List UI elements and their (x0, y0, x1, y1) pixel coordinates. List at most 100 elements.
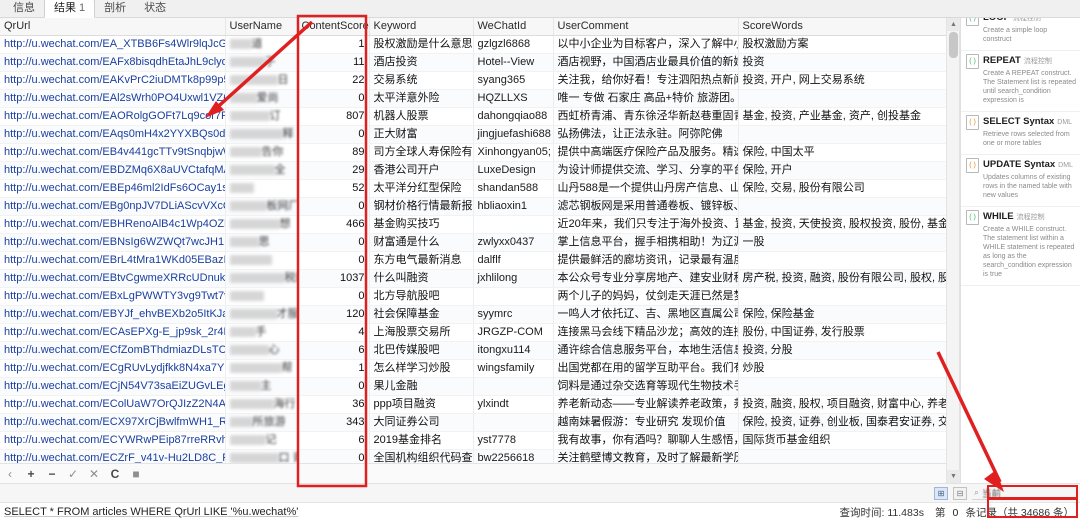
cell-qrurl[interactable]: http://u.wechat.com/ECjN54V73saEiZUGvLEg… (0, 377, 226, 396)
cell-wechatid[interactable]: dahongqiao88 (473, 107, 554, 126)
cell-username[interactable]: 子 (225, 53, 298, 72)
table-row[interactable]: http://u.wechat.com/ECfZomBThdmiazDLsTCO… (0, 341, 949, 360)
table-row[interactable]: http://u.wechat.com/EColUaW7OrQJIzZ2N4A_… (0, 395, 949, 414)
cell-scorewords[interactable]: 保险, 交易, 股份有限公司 (738, 179, 949, 198)
cell-keyword[interactable]: 交易系统 (369, 71, 474, 90)
cell-scorewords[interactable]: 保险, 保险基金 (738, 305, 949, 324)
cell-wechatid[interactable]: ylxindt (473, 395, 554, 414)
previous-record-icon[interactable]: ‹ (4, 468, 16, 480)
cell-qrurl[interactable]: http://u.wechat.com/EBxLgPWWTY3vg9Twt7vU… (0, 287, 226, 306)
cell-qrurl[interactable]: http://u.wechat.com/EColUaW7OrQJIzZ2N4A_… (0, 395, 226, 414)
table-row[interactable]: http://u.wechat.com/EA_XTBB6Fs4Wlr9lqJcG… (0, 35, 949, 54)
cell-qrurl[interactable]: http://u.wechat.com/ECfZomBThdmiazDLsTCO… (0, 341, 226, 360)
cell-usercomment[interactable]: 饲料是通过杂交选育等现代生物技术手段培育出 (553, 377, 739, 396)
tab-result[interactable]: 结果 1 (44, 0, 96, 18)
cell-wechatid[interactable]: jxhlilong (473, 269, 554, 288)
cell-usercomment[interactable]: 酒店视野，中国酒店业最具价值的新媒体。专注于 (553, 53, 739, 72)
cell-qrurl[interactable]: http://u.wechat.com/ECX97XrCjBwlfmWH1_Rc… (0, 413, 226, 432)
cell-wechatid[interactable] (473, 215, 554, 234)
cell-contentscore[interactable]: 466 (297, 215, 370, 234)
cell-username[interactable] (225, 287, 298, 306)
vertical-scrollbar[interactable]: ▲ ▼ (946, 18, 960, 483)
cell-qrurl[interactable]: http://u.wechat.com/EBg0npJV7DLiAScvVXcQ… (0, 197, 226, 216)
cell-contentscore[interactable]: 29 (297, 161, 370, 180)
cell-username[interactable]: 所旅游 (225, 413, 298, 432)
cell-usercomment[interactable]: 关注鹤壁博文教育，及时了解最新学历教育和职业 (553, 449, 739, 463)
cell-username[interactable]: 才服务 (225, 305, 298, 324)
page-number[interactable]: 0 (949, 507, 961, 519)
cell-wechatid[interactable]: JRGZP-COM (473, 323, 554, 342)
tab-status[interactable]: 状态 (135, 0, 175, 17)
help-item-update-syntax[interactable]: ( ) UPDATE Syntax DML Updates columns of … (961, 155, 1080, 207)
cell-contentscore[interactable]: 120 (297, 305, 370, 324)
cell-wechatid[interactable]: HQZLLXS (473, 89, 554, 108)
cell-username[interactable]: 帮 (225, 359, 298, 378)
cell-keyword[interactable]: 社会保障基金 (369, 305, 474, 324)
cell-qrurl[interactable]: http://u.wechat.com/EBNsIg6WZWQt7wcJH1DV… (0, 233, 226, 252)
cell-scorewords[interactable]: 保险, 中国太平 (738, 143, 949, 162)
cell-username[interactable] (225, 179, 298, 198)
cell-username[interactable]: 爱尚 (225, 89, 298, 108)
table-row[interactable]: http://u.wechat.com/EBHRenoAlB4c1Wp4OZh7… (0, 215, 949, 234)
cell-qrurl[interactable]: http://u.wechat.com/EBHRenoAlB4c1Wp4OZh7… (0, 215, 226, 234)
cell-scorewords[interactable] (738, 89, 949, 108)
cell-usercomment[interactable]: 连接黑马会线下精品沙龙；高效的连接投资机构、 (553, 323, 739, 342)
table-row[interactable]: http://u.wechat.com/EAFx8bisqdhEtaJhL9cl… (0, 53, 949, 72)
cell-usercomment[interactable]: 提供最鲜活的廊坊资讯，记录最有温度的廊坊生活。 (553, 251, 739, 270)
cell-contentscore[interactable]: 0 (297, 125, 370, 144)
cell-scorewords[interactable]: 投资, 分股 (738, 341, 949, 360)
cell-qrurl[interactable]: http://u.wechat.com/EAl2sWrh0PO4Uxwl1VZ6… (0, 89, 226, 108)
table-row[interactable]: http://u.wechat.com/EBYJf_ehvBEXb2o5ItKJ… (0, 305, 949, 324)
cell-contentscore[interactable]: 52 (297, 179, 370, 198)
column-header-wechatid[interactable]: WeChatId (473, 18, 554, 36)
cell-usercomment[interactable]: 通许综合信息服务平台，本地生活信息发布！官方 (553, 341, 739, 360)
table-row[interactable]: http://u.wechat.com/EAqs0mH4x2YYXBQs0dJx… (0, 125, 949, 144)
cell-wechatid[interactable] (473, 287, 554, 306)
table-row[interactable]: http://u.wechat.com/EBNsIg6WZWQt7wcJH1DV… (0, 233, 949, 252)
cell-keyword[interactable]: 什么叫融资 (369, 269, 474, 288)
cell-usercomment[interactable]: 养老新动态——专业解读养老政策，养老产业盈利模 (553, 395, 739, 414)
cell-wechatid[interactable]: dalflf (473, 251, 554, 270)
cell-contentscore[interactable]: 0 (297, 287, 370, 306)
result-grid-scroll[interactable]: QrUrl UserName ContentScore Keyword WeCh… (0, 18, 959, 463)
cell-keyword[interactable]: 太平洋分红型保险 (369, 179, 474, 198)
cell-keyword[interactable]: 2019基金排名 (369, 431, 474, 450)
help-item-loop[interactable]: ( ) LOOP流程控制 Create a simple loop constr… (961, 18, 1080, 51)
cell-wechatid[interactable]: hbliaoxin1 (473, 197, 554, 216)
scrollbar-thumb[interactable] (949, 32, 958, 58)
sql-help-sidebar[interactable]: ( ) LOOP流程控制 Create a simple loop constr… (960, 18, 1080, 483)
cell-qrurl[interactable]: http://u.wechat.com/EBrL4tMra1WKd05EBazI… (0, 251, 226, 270)
table-row[interactable]: http://u.wechat.com/EB4v441gcTTv9tSnqbjw… (0, 143, 949, 162)
cell-scorewords[interactable] (738, 125, 949, 144)
cell-wechatid[interactable] (473, 377, 554, 396)
cell-username[interactable]: 全 (225, 161, 298, 180)
table-row[interactable]: http://u.wechat.com/ECYWRwPEip87rreRRvhO… (0, 431, 949, 450)
cell-username[interactable]: 日 (225, 71, 298, 90)
column-header-username[interactable]: UserName (225, 18, 298, 36)
cell-username[interactable]: 板网厂 (225, 197, 298, 216)
cell-keyword[interactable]: 酒店投资 (369, 53, 474, 72)
cell-contentscore[interactable]: 1 (297, 359, 370, 378)
cell-username[interactable]: 思 (225, 233, 298, 252)
cell-usercomment[interactable]: 两个儿子的妈妈，仗剑走天涯已然是梦，但携宝走 (553, 287, 739, 306)
cell-contentscore[interactable]: 89 (297, 143, 370, 162)
cell-keyword[interactable]: 怎么样学习炒股 (369, 359, 474, 378)
cell-contentscore[interactable]: 0 (297, 377, 370, 396)
cell-scorewords[interactable]: 国际货币基金组织 (738, 431, 949, 450)
table-row[interactable]: http://u.wechat.com/EBxLgPWWTY3vg9Twt7vU… (0, 287, 949, 306)
cell-username[interactable]: 主 (225, 377, 298, 396)
cell-wechatid[interactable] (473, 413, 554, 432)
cell-keyword[interactable]: 正大财富 (369, 125, 474, 144)
cell-keyword[interactable]: 北方导航股吧 (369, 287, 474, 306)
cell-scorewords[interactable]: 股份, 中国证券, 发行股票 (738, 323, 949, 342)
cell-scorewords[interactable] (738, 377, 949, 396)
cell-username[interactable]: 口 青 (225, 449, 298, 463)
cell-contentscore[interactable]: 6 (297, 341, 370, 360)
cell-contentscore[interactable]: 1037 (297, 269, 370, 288)
help-item-while[interactable]: ( ) WHILE 流程控制 Create a WHILE construct. … (961, 207, 1080, 286)
cell-username[interactable]: 道 (225, 35, 298, 54)
cell-wechatid[interactable]: jingjuefashi688 (473, 125, 554, 144)
cell-scorewords[interactable]: 炒股 (738, 359, 949, 378)
help-item-repeat[interactable]: ( ) REPEAT 流程控制 Create A REPEAT construct… (961, 51, 1080, 112)
table-row[interactable]: http://u.wechat.com/EBDZMq6X8aUVCtafqMAI… (0, 161, 949, 180)
